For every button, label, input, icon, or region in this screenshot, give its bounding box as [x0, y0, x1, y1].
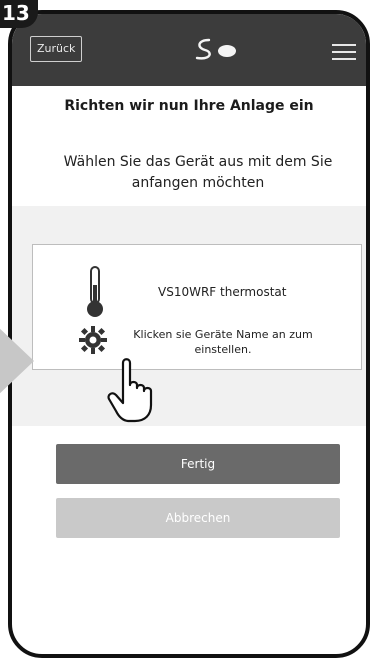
- thermometer-icon: [87, 266, 103, 317]
- hamburger-menu-icon[interactable]: [332, 44, 356, 60]
- cancel-button[interactable]: Abbrechen: [56, 498, 340, 538]
- logo-icon: [195, 38, 236, 60]
- done-button[interactable]: Fertig: [56, 444, 340, 484]
- gear-icon: [79, 326, 107, 354]
- pointing-hand-icon: [107, 358, 153, 423]
- device-hint: Klicken sie Geräte Name an zum einstelle…: [133, 328, 313, 356]
- back-button[interactable]: Zurück: [30, 36, 83, 62]
- top-bar: Zurück: [12, 14, 366, 86]
- device-name[interactable]: VS10WRF thermostat: [158, 285, 286, 299]
- device-card[interactable]: VS10WRF thermostat Klicken sie Geräte Na…: [32, 244, 362, 423]
- page-title: Richten wir nun Ihre Anlage ein: [64, 98, 314, 114]
- phone-frame: Zurück Richten wir nun Ihre Anlage ein W…: [8, 10, 370, 658]
- arrow-icon: [0, 325, 34, 397]
- step-badge: 13: [0, 0, 38, 28]
- page-subtitle: Wählen Sie das Gerät aus mit dem Sie anf…: [63, 154, 333, 191]
